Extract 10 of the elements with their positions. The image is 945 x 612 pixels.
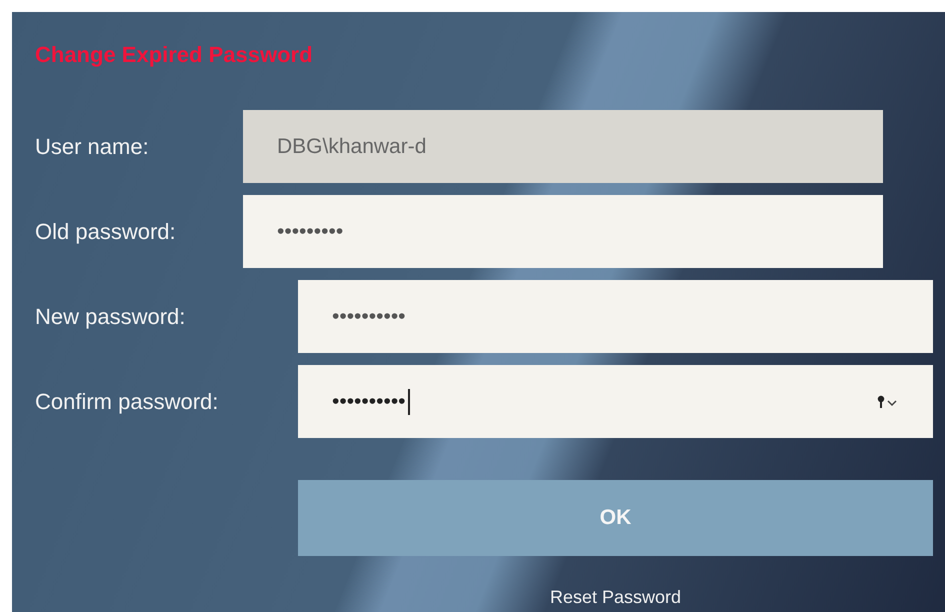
input-field[interactable]: ••••••••• [243, 195, 883, 268]
field-label: User name: [35, 133, 150, 161]
field-label: Old password: [35, 218, 177, 246]
dialog-title: Change Expired Password [35, 42, 314, 68]
field-label: New password: [35, 303, 186, 331]
reset-password-link[interactable]: Reset Password [550, 587, 682, 607]
field-label: Confirm password: [35, 388, 220, 416]
input-field[interactable]: •••••••••• [298, 365, 933, 438]
input-field[interactable]: •••••••••• [298, 280, 933, 353]
key-dropdown-icon[interactable] [877, 394, 899, 408]
